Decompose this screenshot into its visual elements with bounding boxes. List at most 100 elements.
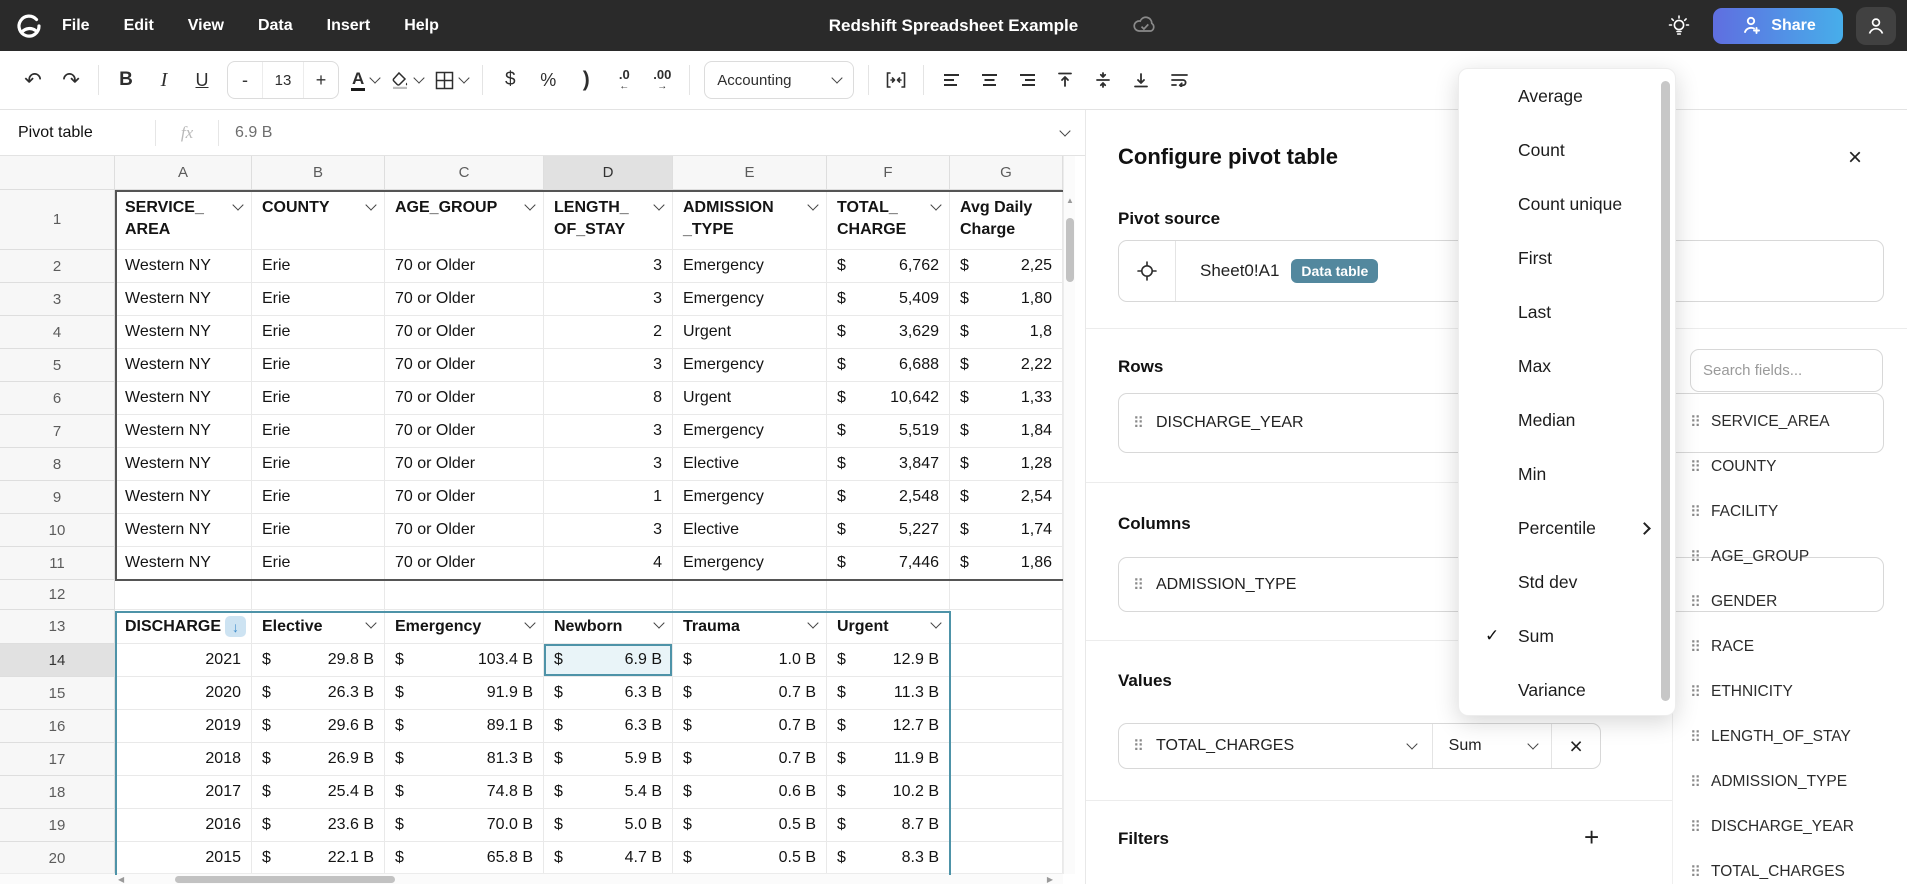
cell-E12[interactable]	[673, 580, 827, 610]
formula-input[interactable]: 6.9 B	[219, 124, 1055, 142]
cell-F7[interactable]: $5,519	[827, 415, 950, 448]
cell-B14[interactable]: $29.8 B	[252, 644, 385, 677]
cell-D15[interactable]: $6.3 B	[544, 677, 673, 710]
row-header-1[interactable]: 1	[0, 190, 115, 250]
cell-C15[interactable]: $91.9 B	[385, 677, 544, 710]
agg-option-max[interactable]: Max	[1459, 339, 1675, 393]
row-header-18[interactable]: 18	[0, 776, 115, 809]
cell-D13[interactable]: Newborn	[544, 610, 673, 644]
bold-button[interactable]: B	[107, 61, 145, 99]
align-center-button[interactable]	[970, 61, 1008, 99]
cell-E18[interactable]: $0.6 B	[673, 776, 827, 809]
scroll-up-arrow-icon[interactable]: ▲	[1064, 196, 1076, 205]
cell-G6[interactable]: $1,33	[950, 382, 1063, 415]
text-color-button[interactable]: A	[345, 61, 385, 99]
cell-C9[interactable]: 70 or Older	[385, 481, 544, 514]
cell-F5[interactable]: $6,688	[827, 349, 950, 382]
agg-option-median[interactable]: Median	[1459, 393, 1675, 447]
cell-E4[interactable]: Urgent	[673, 316, 827, 349]
field-item-total_charges[interactable]: ⠿TOTAL_CHARGES	[1690, 860, 1845, 884]
cell-B9[interactable]: Erie	[252, 481, 385, 514]
cell-G2[interactable]: $2,25	[950, 250, 1063, 283]
select-source-button[interactable]	[1119, 241, 1176, 301]
cell-D12[interactable]	[544, 580, 673, 610]
col-header-A[interactable]: A	[115, 156, 252, 190]
cell-F17[interactable]: $11.9 B	[827, 743, 950, 776]
cell-E9[interactable]: Emergency	[673, 481, 827, 514]
text-wrap-button[interactable]	[1160, 61, 1198, 99]
cell-G10[interactable]: $1,74	[950, 514, 1063, 547]
valign-bottom-button[interactable]	[1122, 61, 1160, 99]
cell-A8[interactable]: Western NY	[115, 448, 252, 481]
cell-B20[interactable]: $22.1 B	[252, 842, 385, 875]
cell-G16[interactable]	[950, 710, 1063, 743]
cell-C11[interactable]: 70 or Older	[385, 547, 544, 580]
increase-decimals-button[interactable]: .00→	[643, 61, 681, 99]
cell-B2[interactable]: Erie	[252, 250, 385, 283]
row-header-16[interactable]: 16	[0, 710, 115, 743]
cell-G17[interactable]	[950, 743, 1063, 776]
cell-B6[interactable]: Erie	[252, 382, 385, 415]
vertical-scrollbar[interactable]: ▲	[1063, 156, 1075, 874]
row-header-4[interactable]: 4	[0, 316, 115, 349]
row-header-5[interactable]: 5	[0, 349, 115, 382]
cell-E11[interactable]: Emergency	[673, 547, 827, 580]
cell-A14[interactable]: 2021	[115, 644, 252, 677]
menu-view[interactable]: View	[188, 17, 224, 35]
cell-E5[interactable]: Emergency	[673, 349, 827, 382]
scroll-right-arrow-icon[interactable]: ▶	[1047, 875, 1053, 884]
row-header-3[interactable]: 3	[0, 283, 115, 316]
row-header-11[interactable]: 11	[0, 547, 115, 580]
drag-handle-icon[interactable]: ⠿	[1133, 414, 1144, 432]
cell-C12[interactable]	[385, 580, 544, 610]
cell-C2[interactable]: 70 or Older	[385, 250, 544, 283]
cell-F4[interactable]: $3,629	[827, 316, 950, 349]
cell-E6[interactable]: Urgent	[673, 382, 827, 415]
align-left-button[interactable]	[932, 61, 970, 99]
cell-F12[interactable]	[827, 580, 950, 610]
cell-D8[interactable]: 3	[544, 448, 673, 481]
menu-file[interactable]: File	[62, 17, 90, 35]
cell-C13[interactable]: Emergency	[385, 610, 544, 644]
align-right-button[interactable]	[1008, 61, 1046, 99]
col-header-G[interactable]: G	[950, 156, 1063, 190]
valign-middle-button[interactable]	[1084, 61, 1122, 99]
cell-C20[interactable]: $65.8 B	[385, 842, 544, 875]
cell-B15[interactable]: $26.3 B	[252, 677, 385, 710]
cell-D16[interactable]: $6.3 B	[544, 710, 673, 743]
col-header-B[interactable]: B	[252, 156, 385, 190]
menu-data[interactable]: Data	[258, 17, 293, 35]
cell-C1[interactable]: AGE_GROUP	[385, 190, 544, 250]
parentheses-format-button[interactable]: )	[567, 61, 605, 99]
cell-C10[interactable]: 70 or Older	[385, 514, 544, 547]
horizontal-scroll-thumb[interactable]	[175, 876, 395, 883]
cell-E20[interactable]: $0.5 B	[673, 842, 827, 875]
drag-handle-icon[interactable]: ⠿	[1133, 737, 1144, 755]
cell-A13[interactable]: DISCHARGE↓	[115, 610, 252, 644]
cell-E3[interactable]: Emergency	[673, 283, 827, 316]
tips-lightbulb-icon[interactable]	[1666, 13, 1692, 39]
italic-button[interactable]: I	[145, 61, 183, 99]
cell-E8[interactable]: Elective	[673, 448, 827, 481]
cell-B16[interactable]: $29.6 B	[252, 710, 385, 743]
cell-C3[interactable]: 70 or Older	[385, 283, 544, 316]
cell-F15[interactable]: $11.3 B	[827, 677, 950, 710]
sort-descending-icon[interactable]: ↓	[225, 616, 246, 637]
cell-E14[interactable]: $1.0 B	[673, 644, 827, 677]
cell-D3[interactable]: 3	[544, 283, 673, 316]
cell-C4[interactable]: 70 or Older	[385, 316, 544, 349]
cell-A19[interactable]: 2016	[115, 809, 252, 842]
cell-G5[interactable]: $2,22	[950, 349, 1063, 382]
agg-option-last[interactable]: Last	[1459, 285, 1675, 339]
cell-F2[interactable]: $6,762	[827, 250, 950, 283]
cell-B1[interactable]: COUNTY	[252, 190, 385, 250]
row-header-17[interactable]: 17	[0, 743, 115, 776]
cell-F8[interactable]: $3,847	[827, 448, 950, 481]
field-item-ethnicity[interactable]: ⠿ETHNICITY	[1690, 680, 1793, 704]
menu-insert[interactable]: Insert	[327, 17, 371, 35]
cell-C17[interactable]: $81.3 B	[385, 743, 544, 776]
close-panel-button[interactable]: ×	[1848, 146, 1862, 170]
cell-E16[interactable]: $0.7 B	[673, 710, 827, 743]
borders-button[interactable]	[429, 61, 474, 99]
cell-F1[interactable]: TOTAL_CHARGE	[827, 190, 950, 250]
